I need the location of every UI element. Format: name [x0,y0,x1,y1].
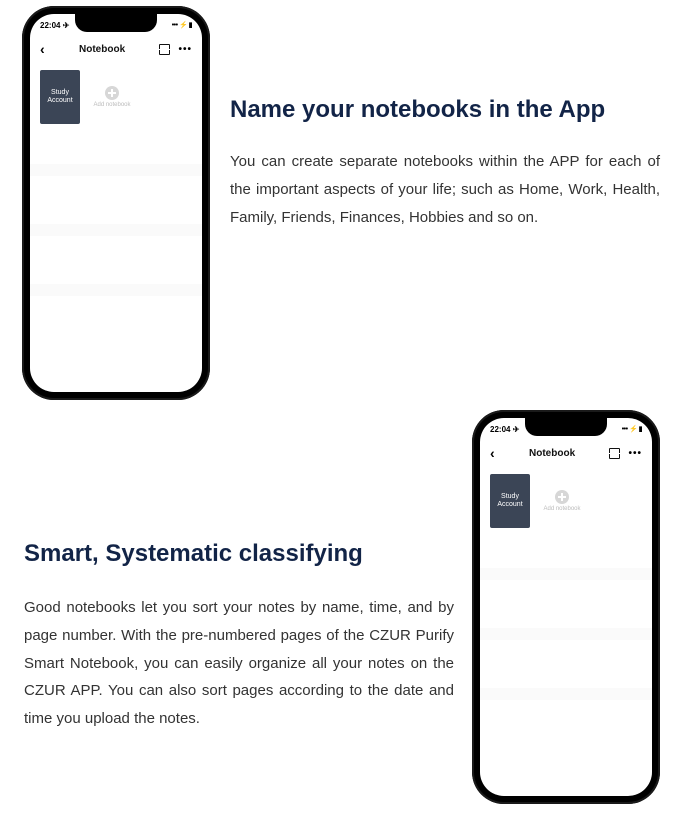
scan-icon[interactable] [609,448,620,459]
phone-notch [75,14,157,32]
section-classifying: Smart, Systematic classifying Good noteb… [24,410,454,733]
add-notebook-button[interactable]: Add notebook [92,70,132,124]
plus-icon [555,490,569,504]
phone-mockup-1: 22:04 ✈ ••• ⚡ ▮ ‹ Notebook ••• Study Acc… [22,6,210,400]
section2-heading: Smart, Systematic classifying [24,540,454,568]
status-time: 22:04 ✈ [490,425,519,434]
phone-notch [525,418,607,436]
section2-body: Good notebooks let you sort your notes b… [24,594,454,733]
section1-heading: Name your notebooks in the App [230,96,660,124]
app-header: ‹ Notebook ••• [480,438,652,468]
notebook-tile[interactable]: Study Account [40,70,80,124]
status-indicators: ••• ⚡ ▮ [622,425,642,433]
notebook-tile[interactable]: Study Account [490,474,530,528]
status-time: 22:04 ✈ [40,21,69,30]
scan-icon[interactable] [159,44,170,55]
phone-mockup-2: 22:04 ✈ ••• ⚡ ▮ ‹ Notebook ••• Study Acc… [472,410,660,804]
more-icon[interactable]: ••• [628,448,642,459]
plus-icon [105,86,119,100]
app-header: ‹ Notebook ••• [30,34,202,64]
header-title: Notebook [79,44,125,55]
back-icon[interactable]: ‹ [40,41,45,57]
status-indicators: ••• ⚡ ▮ [172,21,192,29]
section-name-notebooks: Name your notebooks in the App You can c… [230,6,660,231]
more-icon[interactable]: ••• [178,44,192,55]
add-notebook-label: Add notebook [93,102,130,108]
back-icon[interactable]: ‹ [490,445,495,461]
section1-body: You can create separate notebooks within… [230,148,660,231]
add-notebook-button[interactable]: Add notebook [542,474,582,528]
add-notebook-label: Add notebook [543,506,580,512]
header-title: Notebook [529,448,575,459]
